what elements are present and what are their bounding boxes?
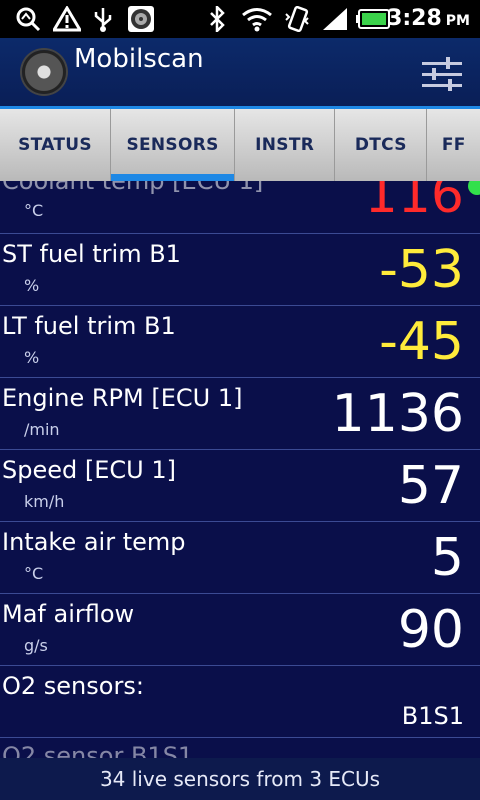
bluetooth-icon [206,6,228,32]
sensor-row-maf-airflow[interactable]: Maf airflow g/s 90 [0,594,480,666]
sensor-unit: °C [24,564,44,583]
sensor-name: Engine RPM [ECU 1] [2,384,243,412]
sensor-unit: g/s [24,636,48,655]
usb-icon [90,6,116,32]
sensor-value: -45 [379,312,464,372]
warning-icon [52,6,82,32]
sensor-value: -53 [379,240,464,300]
sensor-name: LT fuel trim B1 [2,312,176,340]
wheel-logo-icon [22,50,66,94]
sensor-row-coolant[interactable]: Coolant temp [ECU 1] °C 116 [0,181,480,234]
o2-sensors-header: O2 sensors: B1S1 [0,666,480,738]
sensor-unit: /min [24,420,60,439]
live-indicator [468,181,480,195]
sensor-name: Coolant temp [ECU 1] [2,181,264,195]
settings-button[interactable] [422,56,462,92]
sensor-value: 5 [430,528,464,588]
o2-header-label: O2 sensors: [2,672,144,700]
o2-column-label: B1S1 [401,702,464,730]
tab-status[interactable]: STATUS [0,109,112,181]
tab-sensors[interactable]: SENSORS [111,109,236,181]
sensor-unit: % [24,348,40,367]
footer-status: 34 live sensors from 3 ECUs [0,758,480,800]
sensor-value: 90 [397,600,464,660]
sensor-row-o2-b1s1[interactable]: O2 sensor B1S1 [0,738,480,760]
sensor-name: Intake air temp [2,528,186,556]
tab-bar: STATUS SENSORS INSTR DTCS FF [0,109,480,181]
tab-ff[interactable]: FF [427,109,480,181]
usb-debug-icon [14,6,42,32]
sensor-row-speed[interactable]: Speed [ECU 1] km/h 57 [0,450,480,522]
sensor-row-engine-rpm[interactable]: Engine RPM [ECU 1] /min 1136 [0,378,480,450]
sensor-row-lt-fuel-trim[interactable]: LT fuel trim B1 % -45 [0,306,480,378]
clock: 3:28 PM [387,0,470,38]
sensor-name: ST fuel trim B1 [2,240,181,268]
sensor-value: 116 [364,181,464,225]
sensor-unit: °C [24,201,44,220]
sensor-row-intake-air-temp[interactable]: Intake air temp °C 5 [0,522,480,594]
sensor-value: 1136 [331,384,464,444]
tab-instr[interactable]: INSTR [235,109,336,181]
sensor-value: 57 [397,456,464,516]
sensor-list[interactable]: Coolant temp [ECU 1] °C 116 ST fuel trim… [0,181,480,760]
sensor-row-st-fuel-trim[interactable]: ST fuel trim B1 % -53 [0,234,480,306]
sensor-unit: % [24,276,40,295]
clock-ampm: PM [445,13,470,29]
wifi-icon [240,6,274,32]
status-bar: 3:28 PM [0,0,480,38]
app-title: Mobilscan [74,44,204,74]
wheel-icon [126,6,156,32]
sensor-unit: km/h [24,492,65,511]
title-bar [0,38,480,108]
signal-icon [320,6,350,32]
clock-time: 3:28 [387,6,442,31]
tab-dtcs[interactable]: DTCS [335,109,428,181]
vibrate-icon [282,6,312,32]
sensor-name: Speed [ECU 1] [2,456,176,484]
sliders-icon [422,57,462,91]
battery-icon [356,6,390,32]
sensor-name: Maf airflow [2,600,135,628]
